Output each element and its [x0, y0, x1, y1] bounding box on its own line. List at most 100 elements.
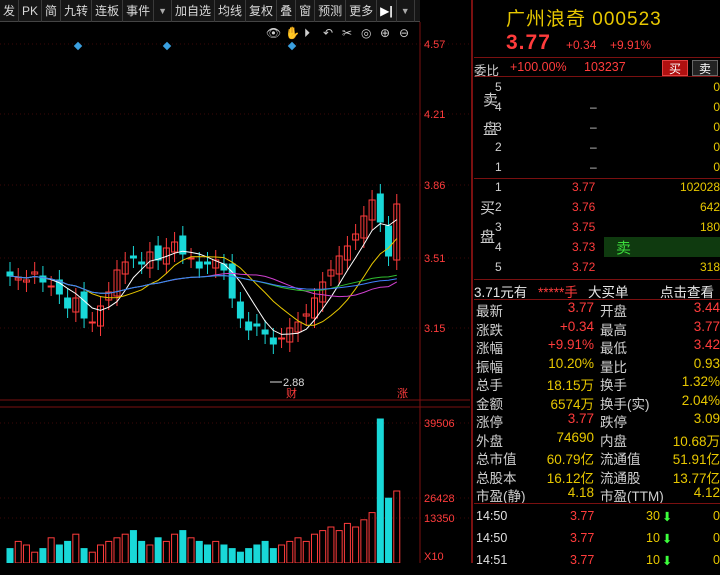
toolbar-item-15[interactable]: ▼: [397, 0, 415, 22]
toolbar-item-10[interactable]: 叠: [277, 0, 297, 22]
order-price: 3.72: [572, 260, 596, 274]
tick-down-arrow-icon: ⬇: [662, 554, 673, 568]
volume-bar: [310, 533, 318, 563]
stat-value: 3.42: [693, 337, 720, 352]
order-price: –: [590, 100, 597, 114]
order-level: 2: [495, 200, 502, 214]
order-level: 3: [495, 120, 502, 134]
order-level: 3: [495, 220, 502, 234]
volume-bar: [64, 540, 72, 563]
buy-order-row[interactable]: 1 3.77 102028: [490, 178, 720, 198]
undo-icon[interactable]: ↶: [323, 26, 333, 40]
tick-extra: 0: [713, 553, 720, 567]
scissors-icon[interactable]: ✂: [342, 26, 352, 40]
sell-order-row[interactable]: 4 – 0: [490, 98, 720, 118]
volume-axis-label: 26428: [424, 493, 455, 505]
stat-value: 10.68万: [672, 433, 720, 449]
sell-order-row[interactable]: 50: [490, 78, 720, 98]
big-order-mid: 大买单: [588, 285, 629, 300]
toolbar-item-12[interactable]: 预测: [315, 0, 347, 22]
big-order-bar[interactable]: 3.71元有 *****手 大买单 点击查看: [474, 279, 720, 301]
toolbar-item-6[interactable]: ▼: [154, 0, 173, 22]
sell-hint-label: 卖: [616, 240, 632, 257]
stat-key: 最新: [476, 304, 503, 319]
toolbar-item-14[interactable]: ▶|: [377, 0, 397, 22]
candle-body: [154, 245, 162, 261]
stat-key: 内盘: [600, 433, 627, 449]
stat-value: +9.91%: [547, 337, 594, 352]
volume-bar: [220, 544, 228, 563]
sell-order-row[interactable]: 3 – 0: [490, 118, 720, 138]
toolbar-item-4[interactable]: 连板: [92, 0, 124, 22]
stat-value: +0.34: [559, 318, 594, 334]
candle-body: [253, 323, 261, 327]
sell-order-row[interactable]: 2 – 0: [490, 138, 720, 158]
toolbar-item-5[interactable]: 事件: [123, 0, 155, 22]
volume-bar: [14, 540, 22, 563]
zoom-out-icon[interactable]: ⊖: [399, 26, 409, 40]
stat-key: 振幅: [476, 359, 503, 375]
hand-icon[interactable]: ✋: [285, 26, 300, 40]
toolbar-item-8[interactable]: 均线: [215, 0, 247, 22]
candle-body: [236, 301, 244, 319]
volume-bar: [204, 544, 211, 563]
volume-bar: [129, 530, 137, 563]
toolbar-item-2[interactable]: 简: [42, 0, 62, 22]
buy-button[interactable]: 买: [662, 60, 688, 76]
toolbar-item-7[interactable]: 加自选: [172, 0, 216, 22]
stat-value: 3.44: [693, 300, 720, 315]
toolbar-item-1[interactable]: PK: [19, 0, 43, 22]
tick-row: 14:51 3.77 10 ⬇ 0: [474, 553, 720, 575]
toolbar-item-0[interactable]: 发: [0, 0, 20, 22]
candle-body: [88, 321, 96, 324]
order-price: 3.76: [572, 200, 596, 214]
toolbar-item-11[interactable]: 窗: [296, 0, 316, 22]
order-level: 5: [495, 80, 502, 94]
stat-key: 流通值: [600, 452, 641, 467]
buy-side-label: 买盘: [478, 200, 495, 258]
zhang-marker: 涨: [397, 387, 408, 400]
order-volume: 318: [699, 260, 720, 274]
sell-order-row[interactable]: 1 – 0: [490, 158, 720, 178]
volume-unit-label: X10: [424, 551, 444, 563]
stats-row: 金额 6574万 换手(实) 2.04%: [474, 392, 720, 412]
tick-down-arrow-icon: ⬇: [662, 532, 673, 546]
candle-body: [269, 337, 277, 345]
stats-row: 市盈(静) 4.18 市盈(TTM) 4.12: [474, 484, 720, 504]
event-marker-icon: [73, 41, 83, 51]
big-order-right[interactable]: 点击查看: [660, 281, 714, 301]
play-icon[interactable]: ⏵: [304, 26, 310, 40]
zoom-in-icon[interactable]: ⊕: [380, 26, 390, 40]
candle-body: [80, 291, 88, 319]
stats-row: 最新 3.77 开盘 3.44: [474, 299, 720, 319]
volume-bar: [55, 544, 63, 563]
price-axis-label: 3.51: [424, 253, 445, 265]
stat-value: 16.12亿: [546, 470, 594, 486]
price-change-pct: +9.91%: [610, 38, 652, 52]
quote-panel: 广州浪奇 000523 3.77 +0.34 +9.91% 委比 +100.00…: [474, 0, 720, 568]
buy-order-row[interactable]: 3 3.75 180: [490, 218, 720, 238]
order-price: –: [590, 140, 597, 154]
tick-volume: 10: [646, 553, 660, 567]
stat-key: 总市值: [476, 452, 517, 467]
toolbar-item-9[interactable]: 复权: [246, 0, 278, 22]
order-price: 3.77: [572, 180, 596, 194]
eye-icon[interactable]: 👁: [266, 26, 281, 40]
stat-value: 51.91亿: [672, 452, 720, 467]
buy-order-row[interactable]: 5 3.72 318: [490, 258, 720, 278]
order-level: 2: [495, 140, 502, 154]
tick-time: 14:50: [476, 531, 508, 545]
stat-value: 60.79亿: [546, 452, 594, 467]
buy-order-row[interactable]: 2 3.76 642: [490, 198, 720, 218]
sell-button[interactable]: 卖: [692, 60, 718, 76]
tick-extra: 0: [713, 531, 720, 545]
volume-axis-label: 39506: [424, 418, 455, 430]
stat-value: 6574万: [550, 396, 594, 412]
panel-separator: [471, 0, 473, 563]
target-icon[interactable]: ◎: [361, 26, 371, 40]
kline-chart[interactable]: 4.57 4.21 3.86 3.51 3.15 39506 26428 13350 X10 👁 ✋…: [0, 22, 470, 563]
stat-value: 1.32%: [681, 374, 720, 389]
sell-side-label: 卖盘: [481, 92, 498, 150]
toolbar-item-3[interactable]: 九转: [61, 0, 93, 22]
toolbar-item-13[interactable]: 更多: [346, 0, 378, 22]
